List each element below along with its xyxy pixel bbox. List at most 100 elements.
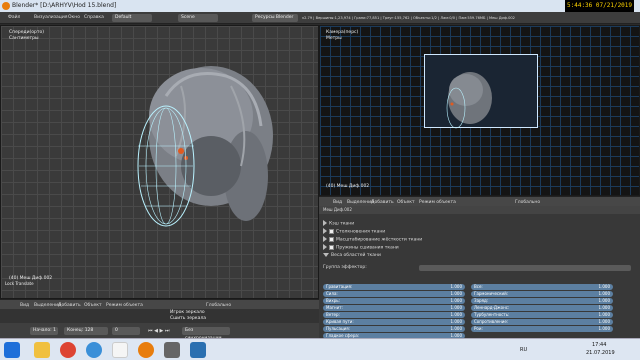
scene-stats: v2.79 | Вершины:1,23,974 | Грани:77,851 … xyxy=(302,16,515,20)
weight-label: Вихрь: xyxy=(326,298,340,303)
menu-file[interactable]: Файл xyxy=(8,15,20,20)
playback-controls-icon[interactable]: ⏮ ◀ ▶ ⏭ xyxy=(148,328,169,334)
frame-start-field[interactable]: Начало: 1 xyxy=(30,327,58,335)
layout-select[interactable]: Default xyxy=(112,14,152,22)
section-cloth-collisions[interactable]: Столкновения ткани xyxy=(323,228,385,236)
collision-checkbox[interactable] xyxy=(329,228,334,234)
file-explorer-icon[interactable] xyxy=(34,342,50,358)
weight-label: Сопротивление: xyxy=(474,319,509,324)
properties-path: Меш Диф.002 xyxy=(323,207,352,212)
menu-window[interactable]: Окно xyxy=(68,15,80,20)
weight-field[interactable]: Гравитация: 1.000 xyxy=(323,284,465,290)
camera-viewport[interactable]: Камера(перс) Метры (40) Меш Диф.002 xyxy=(319,25,640,196)
current-frame-field[interactable]: 0 xyxy=(112,327,140,335)
weight-value: 1.000 xyxy=(598,326,610,331)
weight-field[interactable]: Сила: 1.000 xyxy=(323,291,465,297)
section-label: Пружины сшивания ткани xyxy=(336,245,399,251)
section-sewing-springs[interactable]: Пружины сшивания ткани xyxy=(323,244,399,252)
blender-taskbar-icon[interactable] xyxy=(138,342,154,358)
app2-icon[interactable] xyxy=(190,342,206,358)
weight-value: 1.000 xyxy=(450,326,462,331)
section-label: Столкновения ткани xyxy=(336,229,386,235)
yandex-icon[interactable] xyxy=(112,342,128,358)
weight-value: 1.000 xyxy=(450,298,462,303)
properties-tabs[interactable]: Меш Диф.002 xyxy=(319,206,640,214)
weight-field[interactable]: Леннард-Джонс: 1.000 xyxy=(471,305,613,311)
weight-field[interactable]: Гармонический: 1.000 xyxy=(471,291,613,297)
start-value: 1 xyxy=(53,328,57,333)
rheader-mode[interactable]: Режим объекта xyxy=(419,200,456,205)
left-3d-viewport[interactable]: Спереди(орто) Сантиметры (40) Меш Диф.00… xyxy=(0,25,319,299)
weight-label: Кривая пути: xyxy=(326,319,354,324)
engine-select[interactable]: Ресурсы Blender xyxy=(252,14,298,22)
weight-value: 1.000 xyxy=(450,312,462,317)
rheader-orientation[interactable]: Глобально xyxy=(515,200,540,205)
rheader-add[interactable]: Добавить xyxy=(371,200,394,205)
weight-field[interactable]: Ветер: 1.000 xyxy=(323,312,465,318)
rheader-select[interactable]: Выделение xyxy=(347,200,374,205)
frame-end-field[interactable]: Конец: 128 xyxy=(64,327,108,335)
window-titlebar: Blender* [D:\ARHYV\Hod 15.blend] 5:44:36… xyxy=(0,0,640,12)
sync-select[interactable]: Без синхронизации xyxy=(182,327,230,341)
start-label: Начало: xyxy=(33,328,52,333)
effector-group-label: Группа эффектор: xyxy=(323,265,367,270)
app-icon[interactable] xyxy=(164,342,180,358)
transform-label: Lock Translate xyxy=(5,281,34,286)
section-stiffness-scaling[interactable]: Масштабирование жёсткости ткани xyxy=(323,236,422,244)
weight-field[interactable]: Заряд: 1.000 xyxy=(471,298,613,304)
sewing-checkbox[interactable] xyxy=(329,244,334,250)
header-view[interactable]: Вид xyxy=(20,303,29,308)
header-select[interactable]: Выделение xyxy=(34,303,61,308)
weight-field[interactable]: Сопротивление: 1.000 xyxy=(471,319,613,325)
timeline-note1: Игрок зеркало xyxy=(170,310,205,315)
weight-value: 1.000 xyxy=(450,284,462,289)
stiffness-checkbox[interactable] xyxy=(329,236,334,242)
start-button-icon[interactable] xyxy=(4,342,20,358)
section-label: Веса областей ткани xyxy=(331,253,381,258)
effector-group-field[interactable] xyxy=(419,265,631,271)
weight-field[interactable]: Кривая пути: 1.000 xyxy=(323,319,465,325)
rheader-view[interactable]: Вид xyxy=(333,200,342,205)
blender-icon xyxy=(2,2,10,10)
weight-label: Сила: xyxy=(326,291,338,296)
header-orientation[interactable]: Глобально xyxy=(206,303,231,308)
chrome-icon[interactable] xyxy=(60,342,76,358)
weight-field[interactable]: Рои: 1.000 xyxy=(471,326,613,332)
weight-field[interactable]: Вихрь: 1.000 xyxy=(323,298,465,304)
header-object[interactable]: Объект xyxy=(84,303,102,308)
timeline-area[interactable]: Игрок зеркало Сшить зеркала Начало: 1 Ко… xyxy=(0,309,319,341)
scene-select[interactable]: Scene xyxy=(178,14,218,22)
weight-field[interactable]: Магнит: 1.000 xyxy=(323,305,465,311)
weight-value: 1.000 xyxy=(598,312,610,317)
weight-value: 1.000 xyxy=(598,291,610,296)
header-mode[interactable]: Режим объекта xyxy=(106,303,143,308)
weight-value: 1.000 xyxy=(598,305,610,310)
weight-value: 1.000 xyxy=(450,291,462,296)
camera-object-label: (40) Меш Диф.002 xyxy=(326,184,370,189)
main-menubar: Файл Визуализация Окно Справка Default S… xyxy=(0,12,640,24)
left-view-header: Вид Выделение Добавить Объект Режим объе… xyxy=(0,299,319,309)
weight-label: Рои: xyxy=(474,326,483,331)
windows-taskbar: RU 17:44 21.07.2019 xyxy=(0,338,640,360)
weight-label: Гармонический: xyxy=(474,291,509,296)
weight-value: 1.000 xyxy=(598,298,610,303)
weight-value: 1.000 xyxy=(450,305,462,310)
weight-field[interactable]: Турбулентность: 1.000 xyxy=(471,312,613,318)
header-add[interactable]: Добавить xyxy=(58,303,81,308)
timeline-track[interactable] xyxy=(0,309,319,323)
menu-help[interactable]: Справка xyxy=(84,15,104,20)
rheader-object[interactable]: Объект xyxy=(397,200,415,205)
section-label: Кэш ткани xyxy=(329,221,355,227)
weight-field[interactable]: Пульсация: 1.000 xyxy=(323,326,465,332)
end-value: 128 xyxy=(84,328,94,333)
section-cloth-cache[interactable]: Кэш ткани xyxy=(323,220,354,228)
keyboard-language[interactable]: RU xyxy=(520,347,527,353)
camera-hair-model xyxy=(446,72,492,129)
tray-time[interactable]: 17:44 xyxy=(592,342,606,348)
weight-field[interactable]: Все: 1.000 xyxy=(471,284,613,290)
edge-icon[interactable] xyxy=(86,342,102,358)
menu-render[interactable]: Визуализация xyxy=(34,15,67,20)
weight-label: Магнит: xyxy=(326,305,343,310)
tray-date[interactable]: 21.07.2019 xyxy=(586,350,615,356)
section-field-weights[interactable]: Веса областей ткани xyxy=(323,252,381,260)
